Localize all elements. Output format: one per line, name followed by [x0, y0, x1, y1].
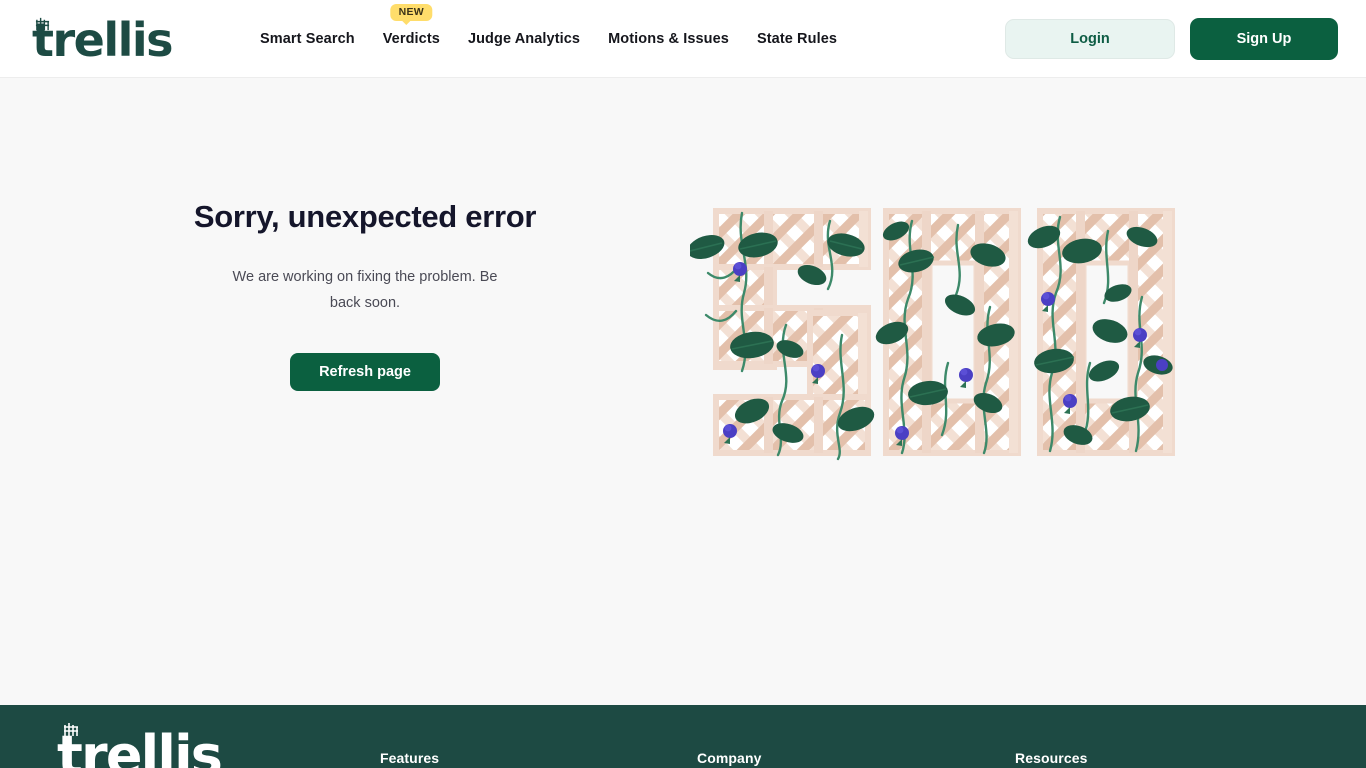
error-message-block: Sorry, unexpected error We are working o… [115, 198, 615, 391]
error-subtitle: We are working on fixing the problem. Be… [232, 269, 498, 311]
header-logo-text: trellis [32, 12, 174, 67]
nav-label: Motions & Issues [608, 30, 729, 47]
main-content: Sorry, unexpected error We are working o… [0, 78, 1366, 705]
footer-column-features: Features [380, 750, 440, 766]
nav-label: Smart Search [260, 30, 355, 47]
nav-item-verdicts[interactable]: NEW Verdicts [382, 3, 440, 47]
site-header: trellis Smart Search NEW Verdicts Judge … [0, 0, 1366, 78]
nav-item-motions-issues[interactable]: Motions & Issues [608, 31, 729, 47]
new-badge: NEW [390, 3, 433, 25]
nav-label: Judge Analytics [467, 30, 581, 47]
footer-column-company: Company [697, 750, 762, 766]
nav-item-smart-search[interactable]: Smart Search [260, 31, 355, 47]
trellis-lattice-icon [63, 721, 79, 737]
header-logo[interactable]: trellis [32, 12, 174, 67]
nav-item-judge-analytics[interactable]: Judge Analytics [468, 31, 580, 47]
signup-button[interactable]: Sign Up [1190, 17, 1338, 60]
nav-label: State Rules [756, 30, 838, 47]
site-footer: trellis Features Company Resources [0, 705, 1366, 768]
error-500-trellis-illustration [687, 203, 1190, 483]
login-button[interactable]: Login [1005, 18, 1175, 59]
refresh-page-button[interactable]: Refresh page [290, 352, 440, 391]
footer-logo[interactable]: trellis [57, 723, 227, 768]
page-title: Sorry, unexpected error [193, 199, 537, 234]
trellis-lattice-icon [35, 16, 50, 31]
main-navigation: Smart Search NEW Verdicts Judge Analytic… [260, 3, 837, 47]
nav-label: Verdicts [382, 30, 440, 47]
footer-column-resources: Resources [1015, 750, 1088, 766]
header-actions: Login Sign Up [1005, 17, 1338, 60]
nav-item-state-rules[interactable]: State Rules [757, 31, 837, 47]
footer-logo-text: trellis [57, 724, 223, 768]
